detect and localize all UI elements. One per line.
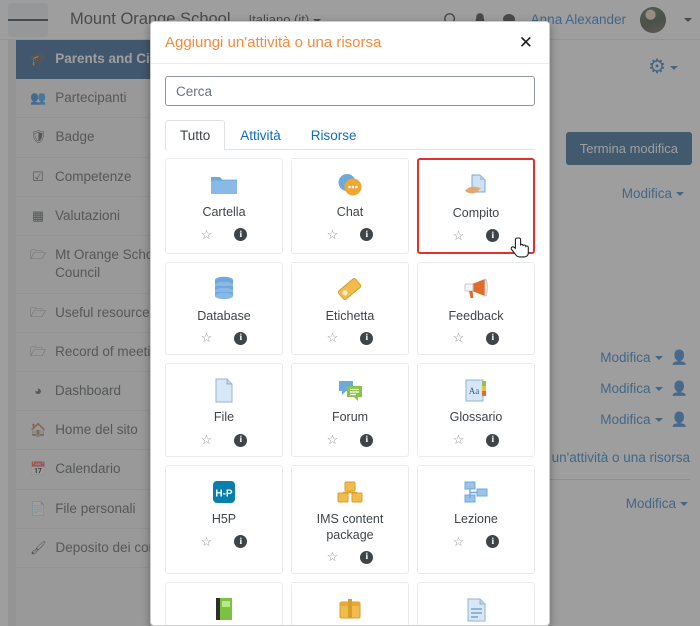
info-icon[interactable]: i xyxy=(234,535,248,549)
tile-actions: ☆ i xyxy=(453,432,500,448)
activity-label: IMS content package xyxy=(316,512,384,542)
label-tag-icon xyxy=(335,273,365,305)
activity-tile-lezione[interactable]: Lezione ☆ i xyxy=(417,465,535,575)
tab-attivita[interactable]: Attività xyxy=(225,120,296,150)
activity-tile-h5p[interactable]: H-P H5P ☆ i xyxy=(165,465,283,575)
document-icon xyxy=(211,374,237,406)
tile-actions: ☆ i xyxy=(327,549,374,565)
modal-tabs: Tutto Attività Risorse xyxy=(165,120,535,151)
activity-label: Glossario xyxy=(449,410,503,425)
lesson-flow-icon xyxy=(461,476,491,508)
star-outline-icon[interactable]: ☆ xyxy=(201,330,213,346)
info-icon[interactable]: i xyxy=(360,433,374,447)
star-outline-icon[interactable]: ☆ xyxy=(453,330,465,346)
tile-actions: ☆ i xyxy=(453,330,500,346)
activity-tile-ims-content-package[interactable]: IMS content package ☆ i xyxy=(291,465,409,575)
activity-label: Feedback xyxy=(448,308,504,323)
star-outline-icon[interactable]: ☆ xyxy=(201,534,213,550)
activity-chooser-scroll[interactable]: Cartella ☆ i Chat ☆ i Compito ☆ i Databa… xyxy=(165,150,535,625)
chat-bubble-icon xyxy=(335,169,365,201)
h5p-icon: H-P xyxy=(210,476,238,508)
tile-actions: ☆ i xyxy=(201,330,248,346)
activity-tile-pacchetto-scorm[interactable]: Pacchetto SCORM ☆ i xyxy=(291,582,409,625)
info-icon[interactable]: i xyxy=(486,331,500,345)
activity-tile-compito[interactable]: Compito ☆ i xyxy=(417,158,535,254)
info-icon[interactable]: i xyxy=(486,229,500,243)
add-activity-modal: Aggiungi un'attività o una risorsa ✕ Tut… xyxy=(150,21,550,626)
activity-tile-libro[interactable]: Libro ☆ i xyxy=(165,582,283,625)
database-icon xyxy=(210,273,238,305)
info-icon[interactable]: i xyxy=(360,550,374,564)
activity-tile-file[interactable]: File ☆ i xyxy=(165,363,283,458)
glossary-icon: Aa xyxy=(462,374,490,406)
info-icon[interactable]: i xyxy=(486,433,500,447)
activity-label: Etichetta xyxy=(325,308,375,323)
scorm-package-icon xyxy=(336,593,364,625)
activity-tile-chat[interactable]: Chat ☆ i xyxy=(291,158,409,254)
star-outline-icon[interactable]: ☆ xyxy=(327,549,339,565)
activity-tile-cartella[interactable]: Cartella ☆ i xyxy=(165,158,283,254)
forum-icon xyxy=(335,374,365,406)
activity-grid: Cartella ☆ i Chat ☆ i Compito ☆ i Databa… xyxy=(165,158,535,625)
megaphone-icon xyxy=(461,273,491,305)
activity-tile-pagina[interactable]: Pagina ☆ i xyxy=(417,582,535,625)
tab-risorse[interactable]: Risorse xyxy=(296,120,372,150)
activity-label: Lezione xyxy=(454,512,498,527)
star-outline-icon[interactable]: ☆ xyxy=(201,227,213,243)
tile-actions: ☆ i xyxy=(453,228,500,244)
info-icon[interactable]: i xyxy=(360,228,374,242)
activity-label: H5P xyxy=(211,512,237,527)
activity-label: File xyxy=(213,410,235,425)
activity-label: Database xyxy=(197,308,251,323)
modal-header: Aggiungi un'attività o una risorsa ✕ xyxy=(151,22,549,64)
tile-actions: ☆ i xyxy=(327,432,374,448)
tile-actions: ☆ i xyxy=(327,227,374,243)
activity-tile-forum[interactable]: Forum ☆ i xyxy=(291,363,409,458)
tile-actions: ☆ i xyxy=(201,432,248,448)
folder-icon xyxy=(209,169,239,201)
star-outline-icon[interactable]: ☆ xyxy=(327,432,339,448)
modal-title: Aggiungi un'attività o una risorsa xyxy=(165,34,382,51)
star-outline-icon[interactable]: ☆ xyxy=(453,228,465,244)
activity-tile-glossario[interactable]: Aa Glossario ☆ i xyxy=(417,363,535,458)
activity-label: Cartella xyxy=(202,205,246,220)
ims-package-icon xyxy=(335,476,365,508)
info-icon[interactable]: i xyxy=(486,535,500,549)
tile-actions: ☆ i xyxy=(201,227,248,243)
modal-body: Tutto Attività Risorse Cartella ☆ i xyxy=(151,64,549,625)
page-icon xyxy=(463,593,490,625)
star-outline-icon[interactable]: ☆ xyxy=(327,330,339,346)
tile-actions: ☆ i xyxy=(453,534,500,550)
book-icon xyxy=(211,593,237,625)
info-icon[interactable]: i xyxy=(360,331,374,345)
star-outline-icon[interactable]: ☆ xyxy=(453,432,465,448)
star-outline-icon[interactable]: ☆ xyxy=(327,227,339,243)
activity-tile-etichetta[interactable]: Etichetta ☆ i xyxy=(291,261,409,356)
svg-text:H-P: H-P xyxy=(215,489,233,500)
assignment-icon xyxy=(461,170,491,202)
activity-tile-database[interactable]: Database ☆ i xyxy=(165,261,283,356)
screen: Mount Orange School Italiano (it) Anna A… xyxy=(0,0,700,626)
tile-actions: ☆ i xyxy=(201,534,248,550)
close-icon[interactable]: ✕ xyxy=(519,34,533,51)
tile-actions: ☆ i xyxy=(327,330,374,346)
star-outline-icon[interactable]: ☆ xyxy=(201,432,213,448)
activity-tile-feedback[interactable]: Feedback ☆ i xyxy=(417,261,535,356)
activity-label: Chat xyxy=(336,205,364,220)
info-icon[interactable]: i xyxy=(234,228,248,242)
info-icon[interactable]: i xyxy=(234,331,248,345)
activity-label: Forum xyxy=(331,410,369,425)
search-input[interactable] xyxy=(165,76,535,107)
svg-text:Aa: Aa xyxy=(469,386,480,396)
tab-tutto[interactable]: Tutto xyxy=(165,120,226,151)
activity-label: Compito xyxy=(452,206,500,221)
star-outline-icon[interactable]: ☆ xyxy=(453,534,465,550)
info-icon[interactable]: i xyxy=(234,433,248,447)
